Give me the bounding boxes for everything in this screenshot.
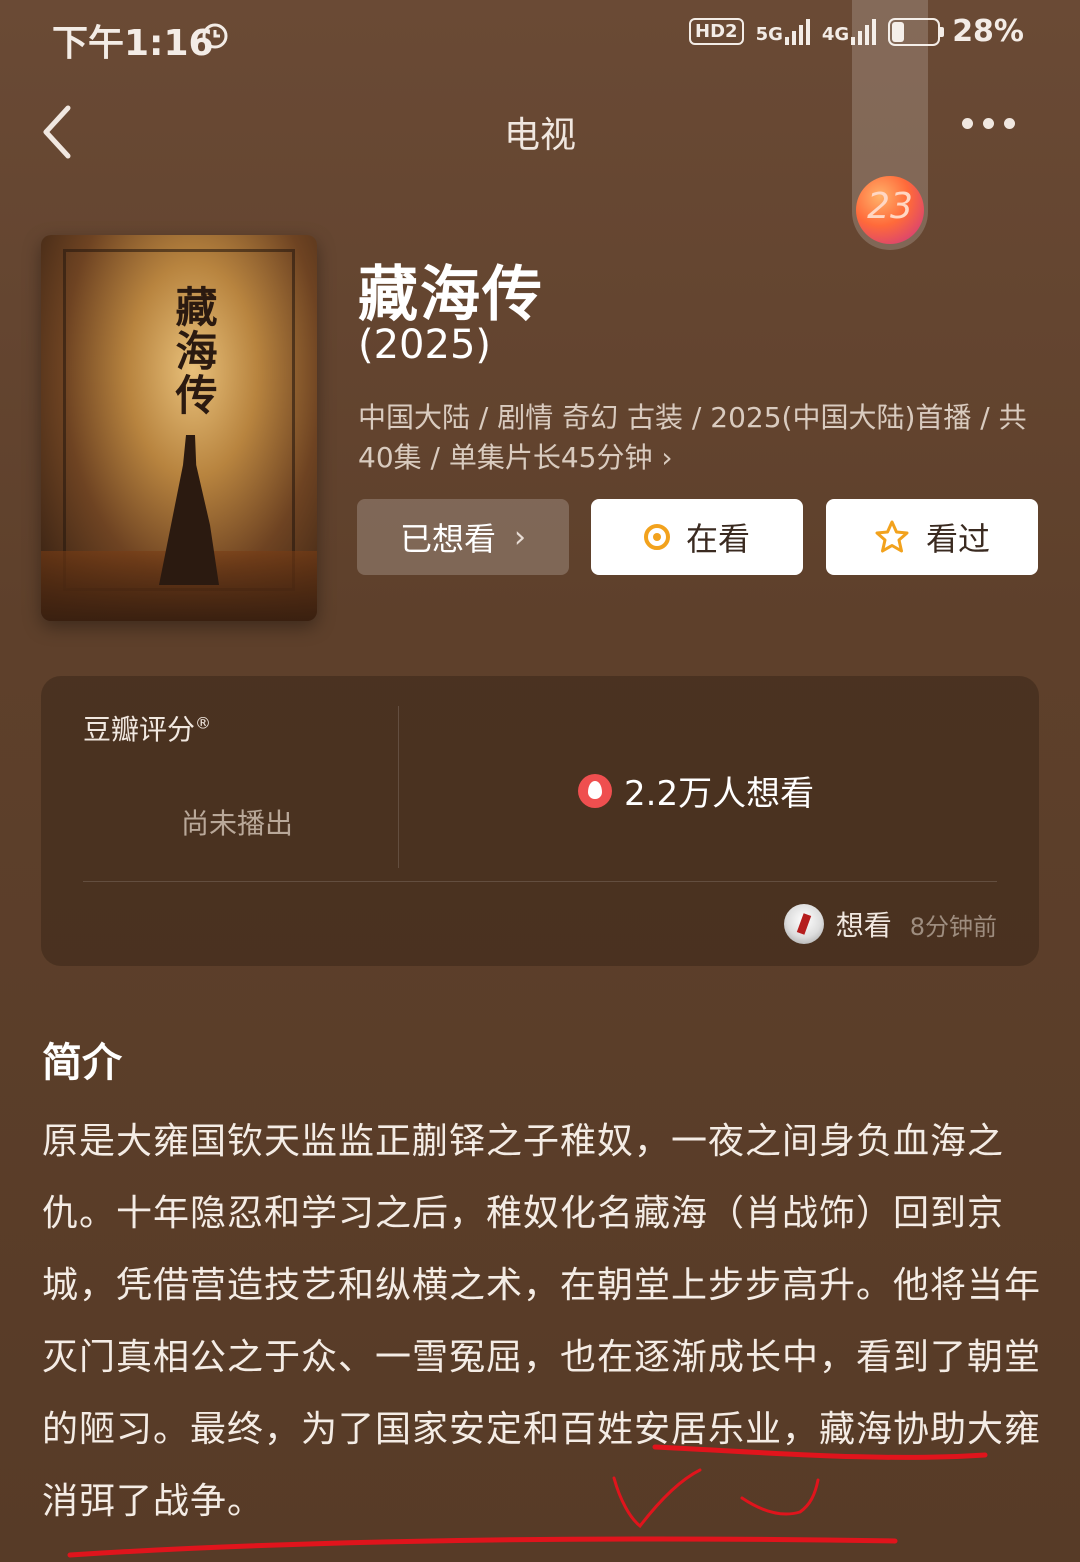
- signal-5g-icon: 5G: [755, 18, 810, 45]
- rating-value: 尚未播出: [181, 807, 294, 840]
- friend-activity[interactable]: 想看 8分钟前: [783, 904, 997, 944]
- card-divider-vertical: [398, 706, 399, 868]
- floating-widget[interactable]: 23: [852, 0, 928, 250]
- synopsis-text: 原是大雍国钦天监监正蒯铎之子稚奴，一夜之间身负血海之仇。十年隐忍和学习之后，稚奴…: [42, 1121, 1042, 1522]
- show-title: 藏海传: [358, 260, 544, 330]
- watching-label: 在看: [685, 520, 750, 558]
- hd-badge: HD2: [689, 18, 744, 45]
- chevron-right-icon: ›: [514, 519, 526, 555]
- battery-percent: 28%: [952, 14, 1024, 49]
- net1-label: 5G: [755, 23, 783, 45]
- status-time: 下午1:16: [52, 23, 214, 64]
- avatar[interactable]: [783, 904, 824, 944]
- synopsis-title: 简介: [42, 1040, 122, 1086]
- poster-calligraphy: 藏海传: [169, 285, 218, 417]
- fire-icon: [578, 773, 612, 808]
- net2-label: 4G: [821, 23, 850, 45]
- watched-label: 看过: [925, 520, 990, 558]
- douban-rating-label: 豆瓣评分®: [83, 713, 212, 746]
- floating-ball-icon[interactable]: 23: [856, 176, 924, 244]
- show-meta-link[interactable]: 中国大陆 / 剧情 奇幻 古装 / 2025(中国大陆)首播 / 共40集 / …: [358, 398, 1038, 478]
- watching-button[interactable]: 在看: [591, 499, 803, 575]
- more-options-icon[interactable]: [962, 118, 1015, 129]
- wish-count-text: 2.2万人想看: [624, 774, 815, 814]
- activity-action: 想看: [835, 909, 892, 942]
- poster-image[interactable]: 藏海传: [41, 235, 317, 621]
- floater-label: 23: [867, 186, 913, 227]
- wish-count[interactable]: 2.2万人想看: [578, 766, 814, 815]
- star-icon: [875, 520, 909, 553]
- watching-circle-icon: [643, 524, 670, 550]
- rating-card: 豆瓣评分® 尚未播出 2.2万人想看 想看 8分钟前: [41, 676, 1039, 966]
- want-label: 已想看: [399, 520, 496, 558]
- alarm-icon: [202, 23, 228, 49]
- nav-bar: 电视 23: [0, 0, 1080, 250]
- activity-time: 8分钟前: [909, 912, 997, 941]
- watched-button[interactable]: 看过: [826, 499, 1038, 575]
- show-year: (2025): [358, 322, 492, 368]
- want-to-watch-button[interactable]: 已想看 ›: [357, 499, 569, 575]
- card-divider-horizontal: [83, 881, 997, 882]
